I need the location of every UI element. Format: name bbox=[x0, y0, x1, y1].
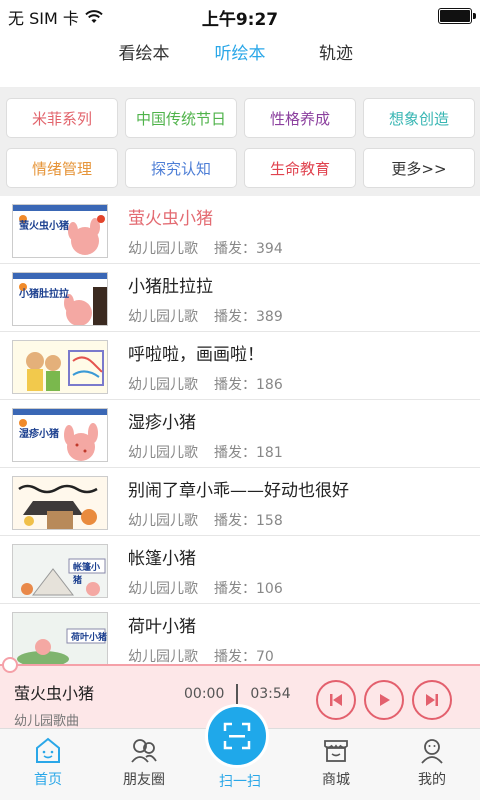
next-button[interactable] bbox=[412, 680, 452, 720]
item-category: 幼儿园儿歌 bbox=[128, 241, 198, 257]
item-play-count: 播发：181 bbox=[214, 445, 283, 461]
tab-track[interactable]: 轨迹 bbox=[288, 32, 384, 87]
category-miffy[interactable]: 米菲系列 bbox=[6, 98, 118, 138]
duration: 03:54 bbox=[250, 686, 291, 702]
book-cover: 荷叶小猪 bbox=[12, 612, 108, 664]
category-more[interactable]: 更多>> bbox=[363, 148, 475, 188]
book-cover: 小猪肚拉拉 bbox=[12, 272, 108, 326]
scan-button[interactable] bbox=[205, 704, 269, 768]
skip-next-icon bbox=[426, 694, 438, 706]
cover-title: 萤火虫小猪 bbox=[19, 221, 69, 232]
category-life-education[interactable]: 生命教育 bbox=[244, 148, 356, 188]
nav-friends-label: 朋友圈 bbox=[123, 772, 165, 788]
nav-store-label: 商城 bbox=[322, 772, 350, 788]
category-imagination[interactable]: 想象创造 bbox=[363, 98, 475, 138]
category-chinese-festivals[interactable]: 中国传统节日 bbox=[125, 98, 237, 138]
tab-look-picturebook[interactable]: 看绘本 bbox=[96, 32, 192, 87]
item-title: 别闹了章小乖——好动也很好 bbox=[128, 481, 349, 500]
store-icon bbox=[324, 740, 348, 762]
story-list: 萤火虫小猪 萤火虫小猪 幼儿园儿歌 播发：394 小猪肚拉拉 小猪肚拉拉 幼儿园儿… bbox=[0, 196, 480, 664]
book-cover: 萤火虫小猪 bbox=[12, 204, 108, 258]
top-tabs: 看绘本 听绘本 轨迹 bbox=[0, 32, 480, 93]
item-play-count: 播发：186 bbox=[214, 377, 283, 393]
cover-title: 帐篷小猪 bbox=[73, 563, 101, 586]
battery-icon bbox=[438, 8, 476, 24]
item-title: 荷叶小猪 bbox=[128, 617, 196, 636]
item-title: 小猪肚拉拉 bbox=[128, 277, 213, 296]
friends-icon bbox=[131, 739, 157, 763]
seek-handle[interactable] bbox=[2, 657, 18, 673]
nav-friends[interactable]: 朋友圈 bbox=[104, 735, 184, 789]
cover-title: 湿疹小猪 bbox=[19, 429, 59, 440]
book-cover: 湿疹小猪 bbox=[12, 408, 108, 462]
list-item[interactable]: 别闹了章小乖——好动也很好 幼儿园儿歌 播发：158 bbox=[0, 468, 480, 536]
tab-listen-picturebook[interactable]: 听绘本 bbox=[192, 32, 288, 93]
book-cover: 帐篷小猪 bbox=[12, 544, 108, 598]
nav-profile-label: 我的 bbox=[418, 772, 446, 788]
player-subtitle: 幼儿园歌曲 bbox=[14, 714, 80, 729]
home-icon bbox=[36, 737, 60, 763]
current-time: 00:00 bbox=[184, 686, 225, 702]
category-character[interactable]: 性格养成 bbox=[244, 98, 356, 138]
skip-previous-icon bbox=[330, 694, 342, 706]
player-title: 萤火虫小猪 bbox=[14, 684, 95, 703]
book-cover bbox=[12, 476, 108, 530]
item-title: 呼啦啦，画画啦！ bbox=[128, 345, 264, 364]
nav-store[interactable]: 商城 bbox=[296, 735, 376, 789]
previous-button[interactable] bbox=[316, 680, 356, 720]
status-bar: 无 SIM 卡 上午9:27 bbox=[0, 0, 480, 32]
category-grid: 米菲系列 中国传统节日 性格养成 想象创造 情绪管理 探究认知 生命教育 更多>… bbox=[6, 98, 475, 188]
book-cover bbox=[12, 340, 108, 394]
play-icon bbox=[380, 694, 390, 706]
nav-scan-label: 扫一扫 bbox=[219, 774, 261, 790]
time-divider bbox=[236, 684, 239, 704]
item-category: 幼儿园儿歌 bbox=[128, 649, 198, 664]
item-category: 幼儿园儿歌 bbox=[128, 581, 198, 597]
item-play-count: 播发：158 bbox=[214, 513, 283, 529]
item-title: 萤火虫小猪 bbox=[128, 209, 213, 228]
cover-title: 小猪肚拉拉 bbox=[19, 289, 69, 300]
list-item[interactable]: 湿疹小猪 湿疹小猪 幼儿园儿歌 播发：181 bbox=[0, 400, 480, 468]
profile-icon bbox=[421, 739, 443, 764]
item-play-count: 播发：389 bbox=[214, 309, 283, 325]
clock: 上午9:27 bbox=[201, 10, 279, 30]
item-category: 幼儿园儿歌 bbox=[128, 513, 198, 529]
item-title: 湿疹小猪 bbox=[128, 413, 196, 432]
category-emotion[interactable]: 情绪管理 bbox=[6, 148, 118, 188]
cover-title: 荷叶小猪 bbox=[71, 633, 108, 643]
scan-icon bbox=[223, 722, 251, 750]
nav-profile[interactable]: 我的 bbox=[392, 735, 472, 789]
item-play-count: 播发：106 bbox=[214, 581, 283, 597]
list-item[interactable]: 萤火虫小猪 萤火虫小猪 幼儿园儿歌 播发：394 bbox=[0, 196, 480, 264]
nav-home-label: 首页 bbox=[34, 772, 62, 788]
item-category: 幼儿园儿歌 bbox=[128, 445, 198, 461]
list-item[interactable]: 呼啦啦，画画啦！ 幼儿园儿歌 播发：186 bbox=[0, 332, 480, 400]
list-item[interactable]: 小猪肚拉拉 小猪肚拉拉 幼儿园儿歌 播发：389 bbox=[0, 264, 480, 332]
item-category: 幼儿园儿歌 bbox=[128, 377, 198, 393]
nav-home[interactable]: 首页 bbox=[8, 735, 88, 789]
item-play-count: 播发：394 bbox=[214, 241, 283, 257]
list-item[interactable]: 帐篷小猪 帐篷小猪 幼儿园儿歌 播发：106 bbox=[0, 536, 480, 604]
item-title: 帐篷小猪 bbox=[128, 549, 196, 568]
item-play-count: 播发：70 bbox=[214, 649, 274, 664]
item-category: 幼儿园儿歌 bbox=[128, 309, 198, 325]
category-panel: 米菲系列 中国传统节日 性格养成 想象创造 情绪管理 探究认知 生命教育 更多>… bbox=[0, 88, 480, 196]
list-item[interactable]: 荷叶小猪 荷叶小猪 幼儿园儿歌 播发：70 bbox=[0, 604, 480, 664]
player-time: 00:00 03:54 bbox=[184, 684, 291, 704]
play-button[interactable] bbox=[364, 680, 404, 720]
category-explore[interactable]: 探究认知 bbox=[125, 148, 237, 188]
